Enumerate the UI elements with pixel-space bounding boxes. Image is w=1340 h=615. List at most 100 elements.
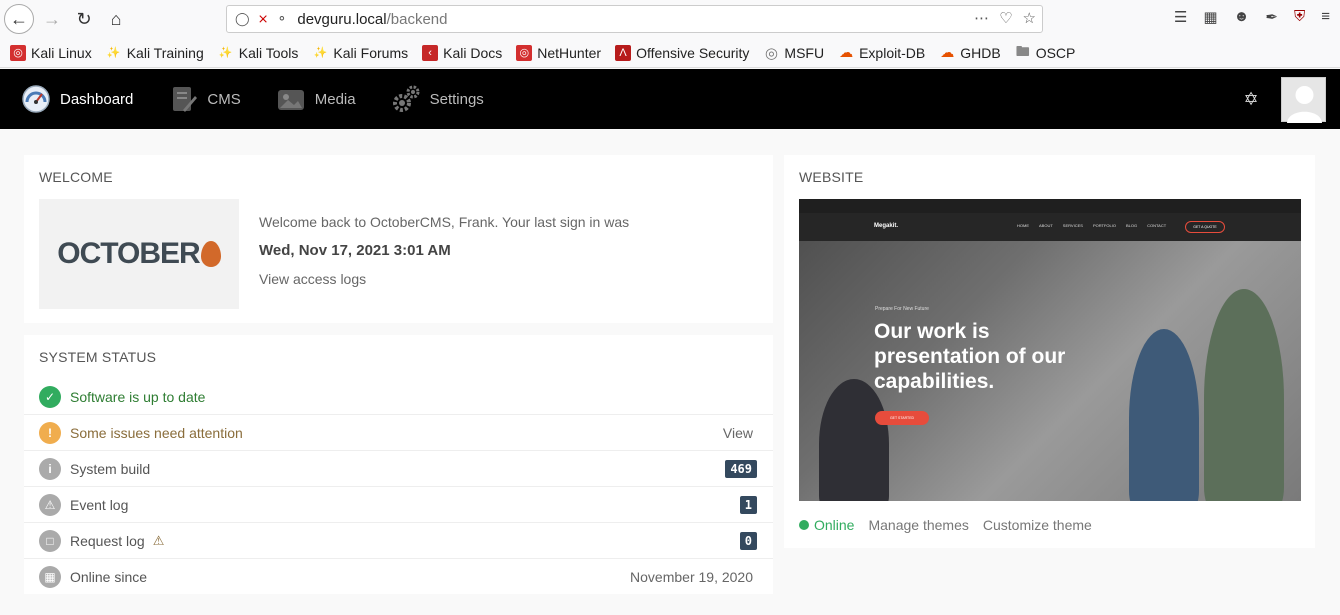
media-icon [275, 83, 307, 115]
logo-text: OCTOBER [57, 237, 200, 270]
insecure-lock-icon[interactable]: ⨯ [258, 11, 269, 27]
kali-dragon-icon: ✨ [106, 47, 121, 59]
online-since-date: November 19, 2020 [630, 569, 753, 585]
status-label: Event log [70, 496, 129, 513]
website-footer: Online Manage themes Customize theme [799, 517, 1092, 533]
welcome-message: Welcome back to OctoberCMS, Frank. Your … [259, 214, 630, 230]
bookmark-label: MSFU [784, 44, 825, 61]
status-label: Some issues need attention [70, 424, 243, 441]
crosshair-icon[interactable]: ✡ [1240, 89, 1262, 111]
kali-dragon-icon: ✨ [218, 47, 233, 59]
warning-circle-icon: ⚠ [39, 493, 61, 516]
shield-icon[interactable]: ◯ [235, 11, 250, 27]
bookmark-label: Kali Linux [31, 44, 92, 61]
settings-gears-icon [390, 83, 422, 115]
kali-icon: ◎ [516, 44, 533, 61]
status-label: Software is up to date [70, 388, 206, 405]
status-row-issues: ! Some issues need attention View [24, 415, 773, 451]
forward-icon[interactable]: → [37, 4, 67, 34]
preview-links: HOME ABOUT SERVICES PORTFOLIO BLOG CONTA… [1017, 223, 1166, 228]
bookmark-ghdb[interactable]: ☁ GHDB [939, 44, 1000, 61]
last-signin-date: Wed, Nov 17, 2021 3:01 AM [259, 242, 451, 259]
bookmark-kali-linux[interactable]: ◎ Kali Linux [10, 44, 92, 61]
preview-person [1204, 289, 1284, 501]
bookmark-kali-tools[interactable]: ✨ Kali Tools [218, 45, 299, 61]
offsec-icon: Λ [615, 44, 632, 61]
status-row-event-log[interactable]: ⚠ Event log 1 [24, 487, 773, 523]
bookmark-label: Exploit-DB [859, 44, 926, 61]
bookmark-kali-training[interactable]: ✨ Kali Training [106, 45, 204, 61]
bookmark-nethunter[interactable]: ◎ NetHunter [516, 44, 602, 61]
nav-media[interactable]: Media [275, 83, 356, 115]
warning-triangle-icon: ⚠ [152, 532, 165, 548]
menu-icon[interactable]: ≡ [1321, 8, 1330, 26]
extension-icon[interactable]: ✒ [1265, 8, 1278, 26]
build-badge[interactable]: 469 [725, 459, 757, 478]
pocket-icon[interactable]: ♡ [999, 9, 1012, 27]
request-log-badge[interactable]: 0 [739, 531, 757, 550]
event-log-badge[interactable]: 1 [739, 495, 757, 514]
preview-link: SERVICES [1062, 223, 1083, 228]
folder-icon: 🖿 [1015, 42, 1030, 59]
preview-cta: GET A QUOTE [1185, 221, 1225, 233]
customize-theme-link[interactable]: Customize theme [983, 517, 1092, 533]
online-status: Online [799, 517, 854, 533]
bookmark-label: Kali Docs [443, 44, 503, 61]
bookmark-offensive-security[interactable]: Λ Offensive Security [615, 44, 749, 61]
reload-icon[interactable]: ↻ [69, 4, 99, 34]
status-label: Request log [70, 532, 145, 549]
bookmark-kali-forums[interactable]: ✨ Kali Forums [312, 44, 409, 61]
manage-themes-link[interactable]: Manage themes [868, 517, 968, 533]
bookmark-msfu[interactable]: ◎ MSFU [763, 44, 825, 62]
bookmark-label: NetHunter [537, 44, 602, 61]
dashboard-gauge-icon [20, 83, 52, 115]
kali-dragon-icon: ✨ [313, 47, 328, 59]
bookmark-star-icon[interactable]: ☆ [1023, 9, 1036, 27]
status-label: Online since [70, 569, 148, 585]
ublock-icon[interactable]: ⛨ [1294, 8, 1305, 26]
bookmark-label: Kali Tools [238, 44, 299, 61]
preview-link: CONTACT [1147, 223, 1167, 228]
theme-preview-image[interactable]: Megakit. HOME ABOUT SERVICES PORTFOLIO B… [799, 199, 1301, 501]
status-label: System build [70, 460, 151, 477]
nav-settings[interactable]: Settings [390, 83, 484, 115]
preview-brand: Megakit. [874, 223, 898, 229]
bookmark-exploit-db[interactable]: ☁ Exploit-DB [838, 44, 926, 61]
nav-cms[interactable]: CMS [167, 83, 241, 115]
url-bar[interactable]: ◯ ⨯ ⚬ devguru.local/backend ⋯ ♡ ☆ [226, 5, 1043, 33]
back-icon[interactable]: ← [4, 4, 34, 34]
view-issues-link[interactable]: View [723, 425, 753, 441]
bookmark-label: Kali Forums [333, 44, 409, 61]
file-circle-icon: □ [39, 529, 61, 552]
exploitdb-icon: ☁ [940, 44, 955, 60]
url-host: devguru.local [297, 10, 387, 28]
exclamation-circle-icon: ! [39, 421, 61, 444]
docs-icon: ‹ [422, 44, 439, 61]
online-label: Online [814, 517, 855, 533]
preview-navbar: Megakit. HOME ABOUT SERVICES PORTFOLIO B… [799, 213, 1301, 241]
account-icon[interactable]: ☻ [1234, 8, 1250, 26]
bookmark-label: Kali Training [126, 44, 204, 61]
status-list: ✓ Software is up to date ! Some issues n… [24, 379, 773, 595]
sidebar-icon[interactable]: ▦ [1203, 8, 1217, 26]
view-access-logs-link[interactable]: View access logs [259, 271, 366, 287]
nav-label: CMS [207, 90, 241, 108]
bookmark-oscp[interactable]: 🖿 OSCP [1015, 42, 1076, 61]
nav-label: Media [314, 90, 356, 108]
preview-person [819, 379, 889, 501]
home-icon[interactable]: ⌂ [101, 4, 131, 34]
avatar[interactable] [1281, 77, 1326, 123]
key-icon[interactable]: ⚬ [276, 11, 287, 27]
nav-dashboard[interactable]: Dashboard [20, 83, 133, 115]
status-row-request-log[interactable]: □ Request log ⚠ 0 [24, 523, 773, 559]
october-leaf-icon [200, 241, 221, 267]
info-circle-icon: i [39, 457, 61, 480]
page-actions-icon[interactable]: ⋯ [974, 9, 989, 27]
library-icon[interactable]: ☰ [1174, 8, 1187, 26]
bookmark-kali-docs[interactable]: ‹ Kali Docs [422, 44, 503, 61]
preview-button: GET STARTED [875, 411, 929, 425]
preview-link: BLOG [1125, 223, 1138, 228]
system-status-widget: SYSTEM STATUS ✓ Software is up to date !… [24, 335, 773, 594]
kali-icon: ◎ [10, 44, 26, 61]
check-circle-icon: ✓ [39, 385, 61, 408]
